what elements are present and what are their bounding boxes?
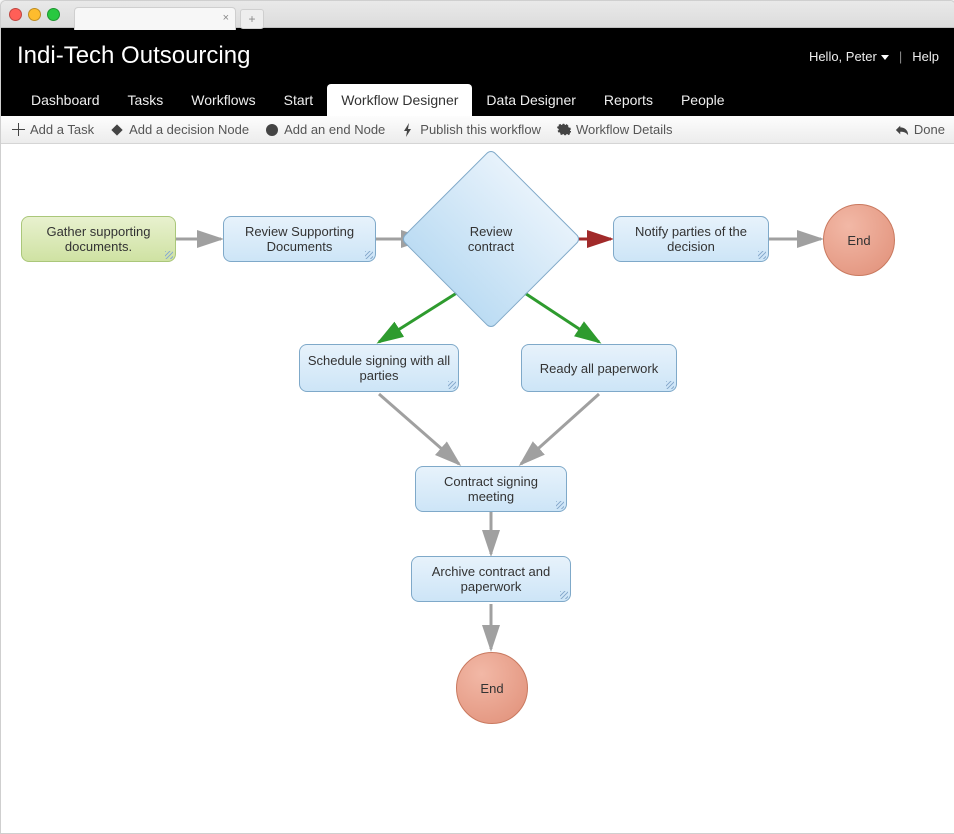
resize-grip-icon[interactable] bbox=[556, 501, 564, 509]
user-menu[interactable]: Hello, Peter bbox=[809, 49, 889, 64]
user-greeting: Hello, Peter bbox=[809, 49, 877, 64]
circle-icon bbox=[265, 123, 279, 137]
node-label: End bbox=[480, 681, 503, 696]
close-tab-icon[interactable]: × bbox=[223, 12, 229, 24]
resize-grip-icon[interactable] bbox=[560, 591, 568, 599]
back-arrow-icon bbox=[895, 123, 909, 137]
node-end-2[interactable]: End bbox=[456, 652, 528, 724]
add-decision-button[interactable]: Add a decision Node bbox=[110, 122, 249, 137]
publish-button[interactable]: Publish this workflow bbox=[401, 122, 541, 137]
window-controls bbox=[9, 8, 60, 21]
resize-grip-icon[interactable] bbox=[165, 251, 173, 259]
node-label: Review contract bbox=[427, 175, 555, 303]
nav-workflow-designer[interactable]: Workflow Designer bbox=[327, 84, 472, 116]
node-ready-paperwork[interactable]: Ready all paperwork bbox=[521, 344, 677, 392]
add-decision-label: Add a decision Node bbox=[129, 122, 249, 137]
bolt-icon bbox=[401, 123, 415, 137]
done-button[interactable]: Done bbox=[895, 122, 945, 137]
node-gather-supporting-documents[interactable]: Gather supporting documents. bbox=[21, 216, 176, 262]
add-task-label: Add a Task bbox=[30, 122, 94, 137]
plus-icon bbox=[11, 123, 25, 137]
new-tab-button[interactable]: + bbox=[240, 9, 264, 29]
node-label: Review Supporting Documents bbox=[230, 224, 369, 254]
designer-toolbar: Add a Task Add a decision Node Add an en… bbox=[1, 116, 954, 144]
workflow-canvas[interactable]: Gather supporting documents. Review Supp… bbox=[1, 144, 954, 834]
chevron-down-icon bbox=[881, 55, 889, 60]
node-label: Ready all paperwork bbox=[540, 361, 659, 376]
add-end-label: Add an end Node bbox=[284, 122, 385, 137]
node-archive-contract[interactable]: Archive contract and paperwork bbox=[411, 556, 571, 602]
browser-chrome: × + bbox=[1, 1, 954, 28]
nav-start[interactable]: Start bbox=[270, 84, 328, 116]
maximize-window-button[interactable] bbox=[47, 8, 60, 21]
user-area: Hello, Peter | Help bbox=[809, 49, 939, 64]
gear-icon bbox=[557, 123, 571, 137]
close-window-button[interactable] bbox=[9, 8, 22, 21]
nav-dashboard[interactable]: Dashboard bbox=[17, 84, 114, 116]
node-schedule-signing[interactable]: Schedule signing with all parties bbox=[299, 344, 459, 392]
nav-data-designer[interactable]: Data Designer bbox=[472, 84, 590, 116]
publish-label: Publish this workflow bbox=[420, 122, 541, 137]
resize-grip-icon[interactable] bbox=[365, 251, 373, 259]
separator: | bbox=[899, 49, 902, 64]
node-label: Archive contract and paperwork bbox=[418, 564, 564, 594]
node-review-supporting-documents[interactable]: Review Supporting Documents bbox=[223, 216, 376, 262]
done-label: Done bbox=[914, 122, 945, 137]
node-contract-signing-meeting[interactable]: Contract signing meeting bbox=[415, 466, 567, 512]
node-end-1[interactable]: End bbox=[823, 204, 895, 276]
node-label: Schedule signing with all parties bbox=[306, 353, 452, 383]
app-title: Indi-Tech Outsourcing bbox=[17, 42, 250, 70]
app-window: × + Indi-Tech Outsourcing Hello, Peter |… bbox=[0, 0, 954, 834]
node-notify-parties[interactable]: Notify parties of the decision bbox=[613, 216, 769, 262]
nav-tasks[interactable]: Tasks bbox=[114, 84, 178, 116]
node-label: Contract signing meeting bbox=[422, 474, 560, 504]
add-end-button[interactable]: Add an end Node bbox=[265, 122, 385, 137]
node-label: Notify parties of the decision bbox=[620, 224, 762, 254]
resize-grip-icon[interactable] bbox=[448, 381, 456, 389]
nav-reports[interactable]: Reports bbox=[590, 84, 667, 116]
browser-tab[interactable]: × bbox=[74, 7, 236, 30]
primary-nav: Dashboard Tasks Workflows Start Workflow… bbox=[17, 84, 939, 116]
node-label: Gather supporting documents. bbox=[28, 224, 169, 254]
nav-people[interactable]: People bbox=[667, 84, 739, 116]
app-header: Indi-Tech Outsourcing Hello, Peter | Hel… bbox=[1, 28, 954, 116]
nav-workflows[interactable]: Workflows bbox=[177, 84, 269, 116]
minimize-window-button[interactable] bbox=[28, 8, 41, 21]
resize-grip-icon[interactable] bbox=[758, 251, 766, 259]
workflow-details-button[interactable]: Workflow Details bbox=[557, 122, 673, 137]
node-review-contract-decision[interactable]: Review contract bbox=[427, 175, 555, 303]
help-link[interactable]: Help bbox=[912, 49, 939, 64]
resize-grip-icon[interactable] bbox=[666, 381, 674, 389]
node-label: End bbox=[847, 233, 870, 248]
diamond-icon bbox=[110, 123, 124, 137]
workflow-details-label: Workflow Details bbox=[576, 122, 673, 137]
add-task-button[interactable]: Add a Task bbox=[11, 122, 94, 137]
